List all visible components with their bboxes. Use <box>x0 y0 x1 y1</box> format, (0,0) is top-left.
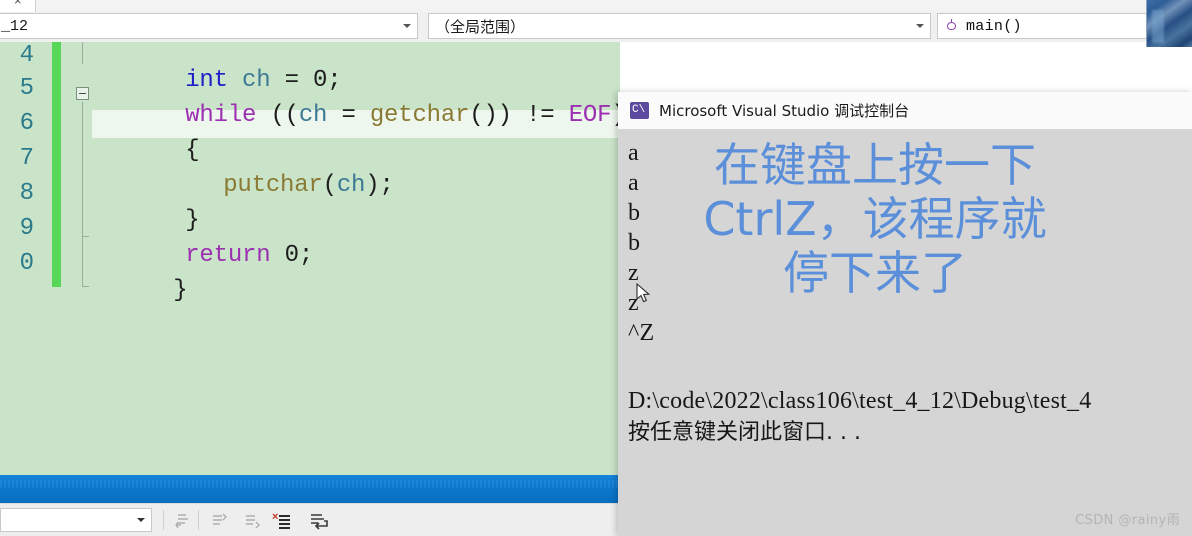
code-line-20: } <box>88 252 187 330</box>
csdn-watermark: CSDN @rainy雨 <box>1075 513 1180 528</box>
status-bar <box>0 475 620 503</box>
token-identifier: ch <box>336 172 366 199</box>
toggle-word-wrap-icon[interactable] <box>308 511 330 531</box>
output-window-toolbar: × <box>0 503 620 536</box>
method-icon <box>944 18 960 34</box>
token-identifier: ch <box>298 102 328 129</box>
console-output-area[interactable]: a a b b z z ^Z D:\code\2022\class106\tes… <box>618 129 1192 536</box>
debug-console-window[interactable]: Microsoft Visual Studio 调试控制台 a a b b z … <box>618 92 1192 536</box>
line-number: 5 <box>19 75 34 102</box>
token-punctuation: ()) <box>469 102 512 129</box>
go-to-next-location-icon[interactable] <box>240 511 262 531</box>
function-selector-value: main() <box>966 17 1022 35</box>
chevron-down-icon[interactable] <box>137 518 145 522</box>
token-punctuation: ); <box>365 172 394 199</box>
go-to-next-message-icon[interactable] <box>207 511 229 531</box>
console-output-char: a <box>628 140 639 166</box>
scope-selector-dropdown[interactable]: （全局范围） <box>428 13 931 39</box>
console-title-text: Microsoft Visual Studio 调试控制台 <box>659 102 910 120</box>
document-tab[interactable]: × <box>0 0 36 12</box>
chevron-down-icon[interactable] <box>916 24 924 28</box>
console-output-char: a <box>628 170 639 196</box>
mouse-cursor-icon <box>636 282 652 305</box>
block-bracket <box>82 222 89 237</box>
line-number: 6 <box>19 110 34 137</box>
chevron-down-icon[interactable] <box>403 24 411 28</box>
console-close-prompt: 按任意键关闭此窗口. . . <box>628 420 861 445</box>
clear-all-icon[interactable]: × <box>272 511 294 531</box>
token-operator: = <box>341 102 356 129</box>
console-output-eof-marker: ^Z <box>628 320 655 346</box>
token-macro: EOF <box>568 102 612 129</box>
close-icon[interactable]: × <box>14 0 22 7</box>
token-function: putchar <box>223 172 323 199</box>
token-number: 0; <box>284 242 314 269</box>
console-app-icon <box>630 102 649 119</box>
token-punctuation: (( <box>270 102 299 129</box>
file-selector-value: _12 <box>1 17 29 35</box>
console-output-char: b <box>628 200 641 226</box>
go-to-previous-message-icon[interactable] <box>172 511 194 531</box>
vs-ide-screenshot: × _12 （全局范围） main() 4 5 6 7 8 9 0 int ch… <box>0 0 1192 536</box>
webcam-overlay-thumbnail <box>1146 0 1192 47</box>
console-output-char: z <box>628 260 639 286</box>
file-selector-dropdown[interactable]: _12 <box>0 13 418 39</box>
token-keyword: return <box>185 242 271 269</box>
console-exit-path: D:\code\2022\class106\test_4_12\Debug\te… <box>628 388 1092 414</box>
output-source-dropdown[interactable] <box>0 508 152 532</box>
scope-selector-value: （全局范围） <box>435 17 526 36</box>
code-navigation-bar: _12 （全局范围） main() <box>0 12 1192 42</box>
list-lines <box>276 514 290 529</box>
token-brace: } <box>173 277 188 304</box>
line-number: 8 <box>19 180 34 207</box>
console-output-char: b <box>628 230 641 256</box>
line-number: 0 <box>19 250 34 277</box>
line-number: 7 <box>19 145 34 172</box>
token-punctuation: ( <box>322 172 337 199</box>
line-number: 9 <box>19 215 34 242</box>
code-editor[interactable]: 4 5 6 7 8 9 0 int ch = 0; while ((ch = g… <box>0 42 620 475</box>
line-number: 4 <box>19 42 34 69</box>
collapse-block-icon[interactable] <box>76 87 89 100</box>
line-number-gutter: 4 5 6 7 8 9 0 <box>0 42 48 475</box>
token-function: getchar <box>369 102 470 129</box>
token-operator: != <box>526 102 555 129</box>
console-title-bar[interactable]: Microsoft Visual Studio 调试控制台 <box>618 92 1192 129</box>
change-indicator-bar <box>52 42 61 287</box>
function-selector-dropdown[interactable]: main() <box>937 13 1157 39</box>
